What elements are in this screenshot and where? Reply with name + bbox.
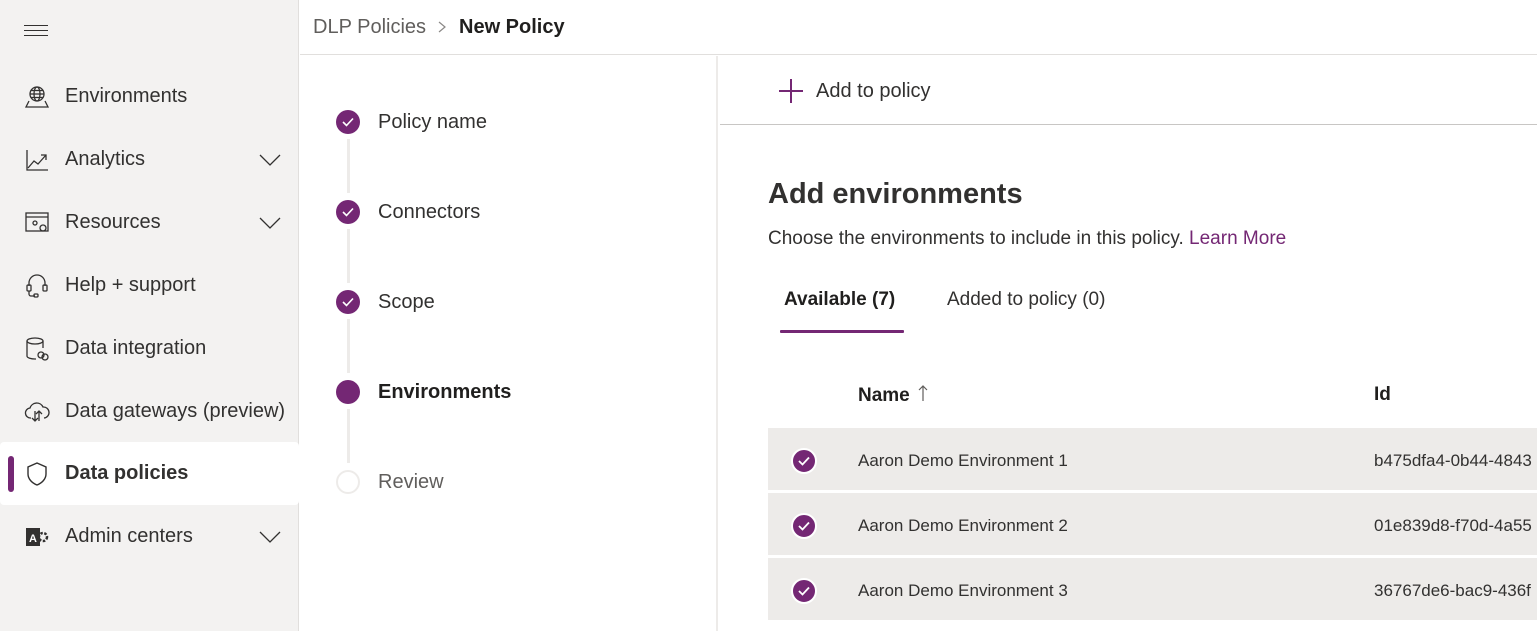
- step-connector: [347, 319, 350, 373]
- chevron-right-icon: [438, 21, 446, 33]
- pending-step-circle-icon: [336, 470, 360, 494]
- learn-more-link[interactable]: Learn More: [1189, 228, 1286, 249]
- check-icon: [336, 110, 360, 134]
- column-header-label: Name: [858, 385, 910, 406]
- page-title: Add environments: [768, 178, 1023, 210]
- step-label: Scope: [378, 291, 435, 313]
- step-connector: [347, 229, 350, 283]
- cell-name: Aaron Demo Environment 1: [858, 451, 1068, 470]
- step-label: Environments: [378, 381, 512, 403]
- active-tab-indicator: [780, 330, 904, 333]
- headset-icon: [24, 273, 50, 299]
- database-link-icon: [24, 336, 50, 362]
- cell-name: Aaron Demo Environment 2: [858, 516, 1068, 535]
- cell-id: 01e839d8-f70d-4a55: [1374, 516, 1532, 535]
- resources-settings-icon: [24, 210, 50, 236]
- step-connector: [347, 139, 350, 193]
- row-checkbox[interactable]: [791, 448, 817, 474]
- table-row[interactable]: Aaron Demo Environment 1 b475dfa4-0b44-4…: [768, 428, 1537, 490]
- breadcrumb: DLP Policies New Policy: [300, 0, 1537, 55]
- sidebar-item-label: Admin centers: [65, 525, 193, 547]
- wizard-steps: Policy name Connectors Scope Environment…: [300, 56, 718, 631]
- main-content: Add to policy Add environments Choose th…: [720, 56, 1537, 631]
- plus-icon: [778, 78, 804, 104]
- chevron-down-icon[interactable]: [259, 216, 281, 230]
- sidebar-item-label: Data policies: [65, 462, 189, 484]
- row-checkbox[interactable]: [791, 578, 817, 604]
- cell-id: 36767de6-bac9-436f: [1374, 581, 1531, 600]
- sidebar-item-label: Help + support: [65, 274, 196, 296]
- sidebar-item-help-support[interactable]: Help + support: [0, 254, 299, 317]
- sidebar-item-label: Data gateways (preview): [65, 400, 286, 422]
- breadcrumb-dlp-policies[interactable]: DLP Policies: [313, 16, 426, 39]
- cell-id: b475dfa4-0b44-4843: [1374, 451, 1532, 470]
- step-label: Connectors: [378, 201, 481, 223]
- add-to-policy-label: Add to policy: [816, 79, 931, 102]
- svg-text:A: A: [29, 533, 37, 545]
- sidebar-item-admin-centers[interactable]: A Admin centers: [0, 505, 299, 568]
- step-label: Review: [378, 471, 444, 493]
- check-icon: [798, 456, 810, 466]
- sidebar-item-label: Data integration: [65, 337, 207, 359]
- globe-icon: [24, 84, 50, 110]
- chevron-down-icon[interactable]: [259, 530, 281, 544]
- check-icon: [798, 586, 810, 596]
- column-header-label: Id: [1374, 384, 1391, 405]
- tab-available[interactable]: Available (7): [784, 289, 895, 311]
- cell-name: Aaron Demo Environment 3: [858, 581, 1068, 600]
- column-header-name[interactable]: Name: [858, 384, 928, 407]
- sidebar-item-resources[interactable]: Resources: [0, 191, 299, 254]
- selection-indicator: [8, 456, 14, 492]
- sidebar-item-data-gateways[interactable]: Data gateways (preview): [0, 380, 299, 443]
- page-description: Choose the environments to include in th…: [768, 228, 1286, 250]
- table-row[interactable]: Aaron Demo Environment 2 01e839d8-f70d-4…: [768, 493, 1537, 555]
- chart-line-icon: [24, 147, 50, 173]
- hamburger-icon[interactable]: [24, 24, 48, 38]
- check-icon: [798, 521, 810, 531]
- tab-added-to-policy[interactable]: Added to policy (0): [947, 289, 1105, 311]
- breadcrumb-current-page: New Policy: [459, 16, 565, 38]
- step-connector: [347, 409, 350, 463]
- sidebar-item-data-integration[interactable]: Data integration: [0, 317, 299, 380]
- sidebar-item-label: Environments: [65, 85, 188, 107]
- add-to-policy-button[interactable]: Add to policy: [778, 76, 931, 106]
- check-icon: [336, 290, 360, 314]
- chevron-down-icon[interactable]: [259, 153, 281, 167]
- command-bar: Add to policy: [720, 56, 1537, 125]
- sidebar-item-label: Analytics: [65, 148, 146, 170]
- sidebar-item-data-policies[interactable]: Data policies: [0, 442, 299, 505]
- step-label: Policy name: [378, 111, 487, 133]
- sidebar-item-label: Resources: [65, 211, 161, 233]
- cloud-upload-download-icon: [24, 399, 50, 425]
- sidebar: Environments Analytics Resources Help + …: [0, 0, 299, 631]
- column-header-id[interactable]: Id: [1374, 384, 1391, 406]
- sort-ascending-icon: [918, 385, 928, 401]
- table-row[interactable]: Aaron Demo Environment 3 36767de6-bac9-4…: [768, 558, 1537, 620]
- check-icon: [336, 200, 360, 224]
- shield-icon: [24, 461, 50, 487]
- row-checkbox[interactable]: [791, 513, 817, 539]
- sidebar-item-analytics[interactable]: Analytics: [0, 128, 299, 191]
- current-step-dot-icon: [336, 380, 360, 404]
- sidebar-item-environments[interactable]: Environments: [0, 65, 299, 128]
- admin-center-icon: A: [24, 524, 50, 550]
- description-text: Choose the environments to include in th…: [768, 228, 1184, 249]
